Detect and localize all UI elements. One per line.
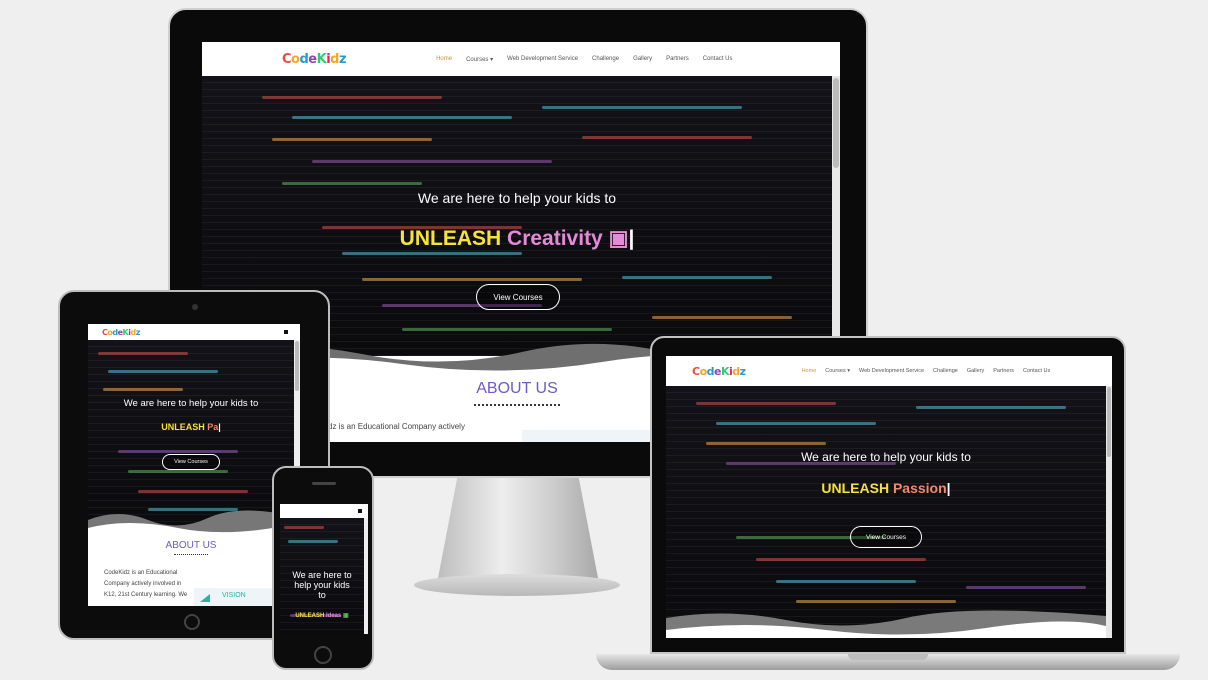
tablet-hero: We are here to help your kids to UNLEASH…	[88, 340, 294, 530]
nav-home[interactable]: Home	[436, 56, 452, 63]
laptop-navbar: CodeKidz Home Courses ▾ Web Development …	[666, 356, 1112, 386]
nav-courses[interactable]: Courses ▾	[466, 56, 493, 63]
nav-gallery[interactable]: Gallery	[633, 56, 652, 63]
laptop-unleash: UNLEASH Passion|	[821, 480, 951, 496]
laptop-logo[interactable]: CodeKidz	[692, 365, 746, 378]
desktop-about-underline	[474, 402, 560, 406]
laptop-lid: CodeKidz Home Courses ▾ Web Development …	[650, 336, 1126, 654]
monitor-stand	[438, 478, 598, 578]
tablet-wave	[88, 510, 294, 538]
laptop-nav-challenge[interactable]: Challenge	[933, 368, 958, 374]
laptop-wave	[666, 610, 1106, 638]
phone-home-button[interactable]	[314, 646, 332, 664]
desktop-view-courses-button[interactable]: View Courses	[476, 284, 560, 310]
laptop-nav-courses[interactable]: Courses ▾	[825, 368, 850, 374]
laptop-hero-headline: We are here to help your kids to	[801, 450, 971, 464]
vision-icon	[200, 594, 210, 602]
tablet-screen: CodeKidz We are here to help your kids t…	[88, 324, 300, 606]
monitor-base	[414, 574, 620, 596]
phone-hero: We are here to help your kids to UNLEASH…	[280, 518, 364, 634]
tablet-home-button[interactable]	[184, 614, 200, 630]
desktop-unleash: UNLEASH Creativity ▣|	[399, 227, 635, 250]
tablet-view-courses-button[interactable]: View Courses	[162, 454, 220, 470]
laptop-nav-web-dev[interactable]: Web Development Service	[859, 368, 924, 374]
laptop-hero: We are here to help your kids to UNLEASH…	[666, 386, 1106, 638]
tablet-hero-headline: We are here to help your kids to	[123, 398, 259, 409]
phone-speaker	[312, 482, 336, 485]
tablet-navbar: CodeKidz	[88, 324, 300, 340]
tablet-vision-label: VISION	[222, 592, 246, 599]
tablet-about-underline	[174, 554, 208, 555]
tablet-about-text: CodeKidz is an Educational Company activ…	[104, 570, 188, 598]
phone-navbar	[280, 504, 368, 518]
laptop-nav-home[interactable]: Home	[802, 368, 817, 374]
phone-unleash: UNLEASH Ideas ▣	[295, 613, 349, 619]
tablet-unleash: UNLEASH Pa|	[161, 422, 221, 432]
laptop-notch	[848, 654, 928, 660]
nav-partners[interactable]: Partners	[666, 56, 689, 63]
laptop-view-courses-button[interactable]: View Courses	[850, 526, 922, 548]
desktop-about-text: dz is an Educational Company actively	[328, 422, 465, 431]
laptop-nav-partners[interactable]: Partners	[993, 368, 1014, 374]
laptop-scrollbar[interactable]	[1106, 386, 1112, 638]
tablet-camera	[192, 304, 198, 310]
nav-web-dev[interactable]: Web Development Service	[507, 56, 578, 63]
tablet-menu-icon[interactable]	[284, 330, 288, 334]
laptop-nav-contact[interactable]: Contact Us	[1023, 368, 1050, 374]
tablet-logo[interactable]: CodeKidz	[102, 328, 140, 337]
laptop-screen: CodeKidz Home Courses ▾ Web Development …	[666, 356, 1112, 638]
laptop-nav-gallery[interactable]: Gallery	[967, 368, 984, 374]
nav-contact[interactable]: Contact Us	[703, 56, 733, 63]
nav-challenge[interactable]: Challenge	[592, 56, 619, 63]
phone-menu-icon[interactable]	[358, 509, 362, 513]
phone-scrollbar[interactable]	[364, 518, 368, 634]
tablet-about-title: ABOUT US	[165, 540, 217, 551]
desktop-navbar: CodeKidz Home Courses ▾ Web Development …	[202, 42, 840, 76]
phone-screen: We are here to help your kids to UNLEASH…	[280, 504, 368, 634]
desktop-hero-headline: We are here to help your kids to	[417, 190, 617, 206]
phone-hero-headline: We are here to help your kids to	[292, 570, 352, 600]
desktop-logo[interactable]: CodeKidz	[282, 52, 347, 67]
phone-device: We are here to help your kids to UNLEASH…	[272, 466, 374, 670]
